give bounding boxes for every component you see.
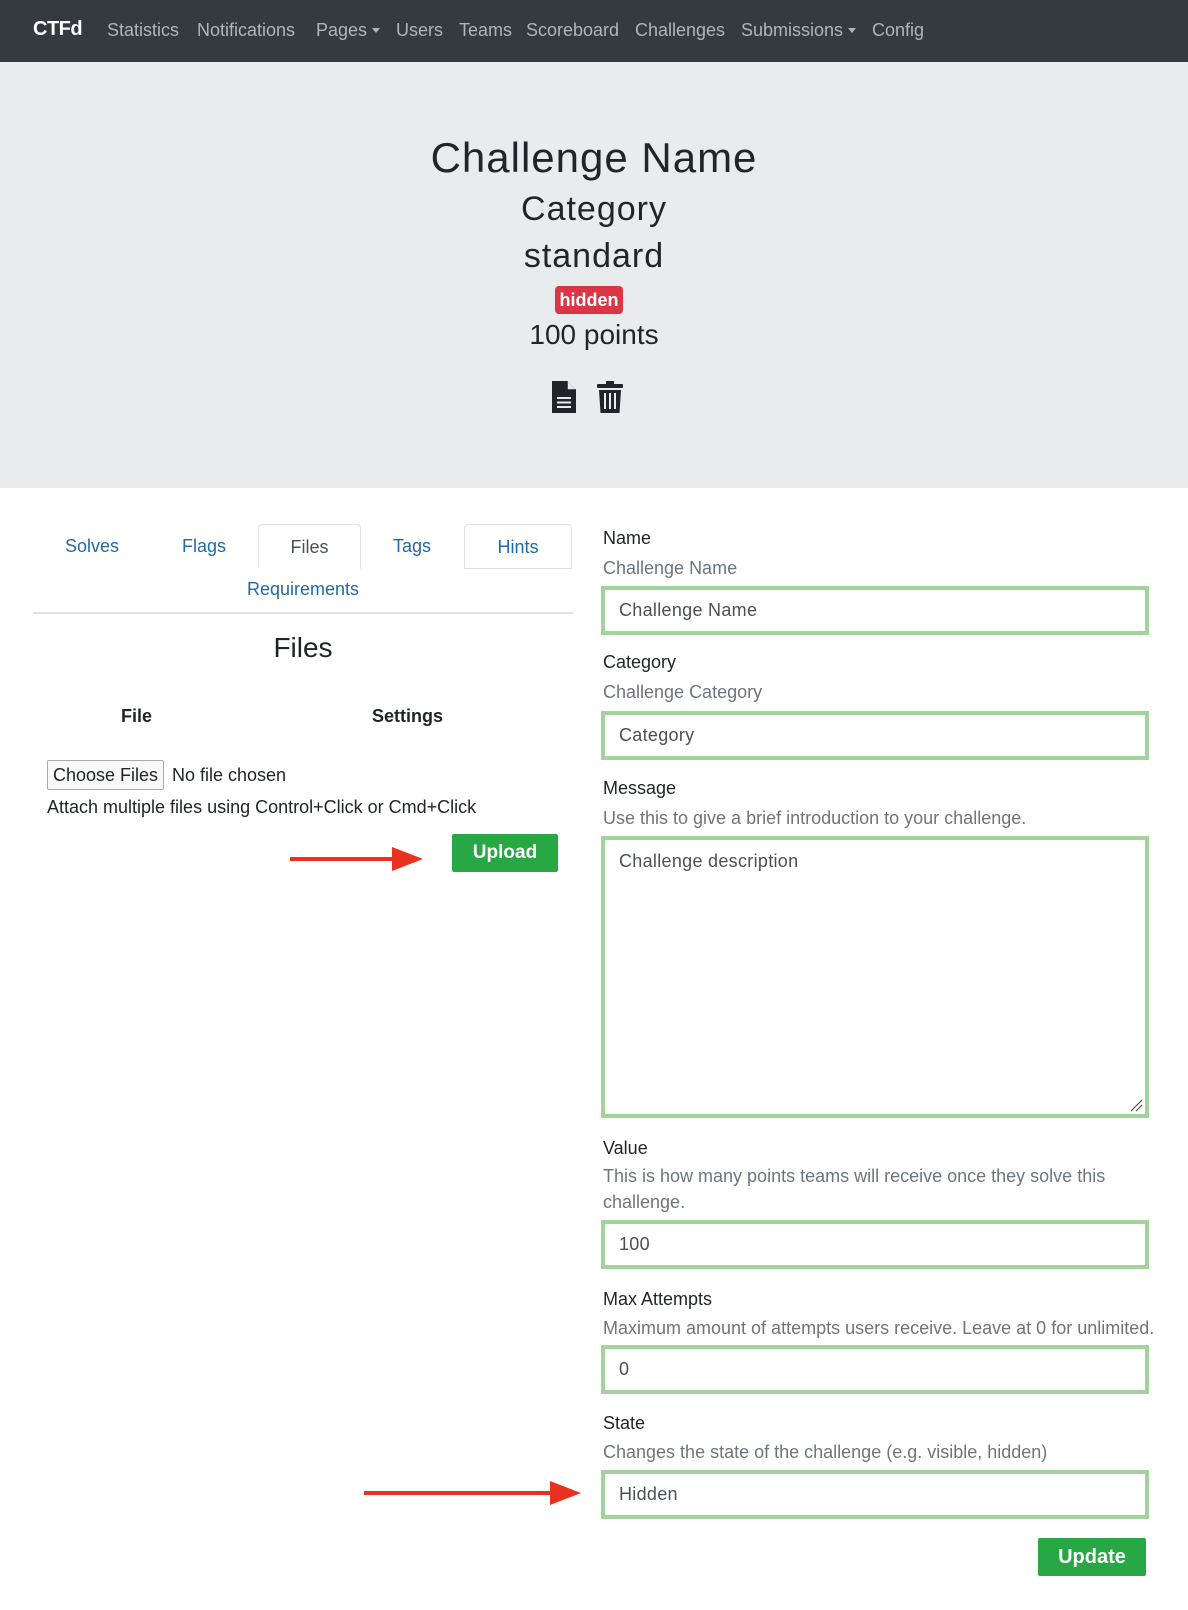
challenge-category: Category xyxy=(521,190,667,228)
state-help: Changes the state of the challenge (e.g.… xyxy=(603,1442,1048,1462)
annotation-arrow-icon xyxy=(364,1481,581,1505)
tab-files[interactable]: Files xyxy=(258,524,361,569)
nav-challenges[interactable]: Challenges xyxy=(635,20,725,41)
message-text: Challenge description xyxy=(619,851,799,871)
nav-statistics[interactable]: Statistics xyxy=(107,20,179,41)
top-navbar: CTFd Statistics Notifications Pages User… xyxy=(0,0,1188,62)
nav-users[interactable]: Users xyxy=(396,20,443,41)
nav-config[interactable]: Config xyxy=(872,20,924,41)
upload-button[interactable]: Upload xyxy=(452,834,558,872)
challenge-title: Challenge Name xyxy=(430,134,758,181)
challenge-points: 100 points xyxy=(529,319,659,350)
files-col-file: File xyxy=(121,706,153,726)
brand-logo[interactable]: CTFd xyxy=(33,18,83,41)
message-label: Message xyxy=(603,778,677,798)
name-input[interactable]: Challenge Name xyxy=(601,586,1149,635)
state-badge: hidden xyxy=(555,286,623,314)
value-input[interactable]: 100 xyxy=(601,1220,1149,1269)
caret-down-icon xyxy=(372,27,381,33)
category-input[interactable]: Category xyxy=(601,711,1149,760)
nav-notifications[interactable]: Notifications xyxy=(197,20,295,41)
message-textarea[interactable]: Challenge description xyxy=(601,836,1149,1118)
tab-flags[interactable]: Flags xyxy=(168,524,240,569)
nav-pages-label: Pages xyxy=(316,20,368,40)
challenge-header: Challenge Name Category standard hidden … xyxy=(0,62,1188,488)
value-help: This is how many points teams will recei… xyxy=(603,1166,1106,1212)
max-attempts-label: Max Attempts xyxy=(603,1289,713,1309)
name-label: Name xyxy=(603,528,652,548)
resize-grip-icon[interactable] xyxy=(1129,1098,1143,1112)
nav-pages[interactable]: Pages xyxy=(316,20,381,41)
value-label: Value xyxy=(603,1138,648,1158)
no-file-chosen-text: No file chosen xyxy=(172,765,287,785)
tab-hints[interactable]: Hints xyxy=(464,524,572,569)
nav-scoreboard[interactable]: Scoreboard xyxy=(526,20,619,41)
document-icon[interactable] xyxy=(551,380,577,414)
choose-files-button[interactable]: Choose Files xyxy=(47,760,164,790)
tab-tags[interactable]: Tags xyxy=(380,524,444,569)
nav-submissions-label: Submissions xyxy=(741,20,844,40)
update-button[interactable]: Update xyxy=(1038,1538,1146,1576)
tab-requirements[interactable]: Requirements xyxy=(238,567,368,612)
trash-icon[interactable] xyxy=(596,380,624,414)
name-help: Challenge Name xyxy=(603,558,738,578)
attach-files-hint: Attach multiple files using Control+Clic… xyxy=(47,797,477,817)
category-help: Challenge Category xyxy=(603,682,763,702)
nav-teams[interactable]: Teams xyxy=(459,20,512,41)
category-label: Category xyxy=(603,652,677,672)
max-attempts-input[interactable]: 0 xyxy=(601,1345,1149,1394)
files-col-settings: Settings xyxy=(372,706,444,726)
max-attempts-help: Maximum amount of attempts users receive… xyxy=(603,1318,1155,1338)
state-select[interactable]: Hidden xyxy=(601,1470,1149,1519)
nav-submissions[interactable]: Submissions xyxy=(741,20,857,41)
state-label: State xyxy=(603,1413,646,1433)
challenge-type: standard xyxy=(523,237,665,275)
caret-down-icon xyxy=(848,27,857,33)
annotation-arrow-icon xyxy=(290,847,423,871)
message-help: Use this to give a brief introduction to… xyxy=(603,808,1027,828)
tabs-divider xyxy=(33,612,573,614)
files-heading: Files xyxy=(273,632,333,663)
tab-solves[interactable]: Solves xyxy=(52,524,132,569)
